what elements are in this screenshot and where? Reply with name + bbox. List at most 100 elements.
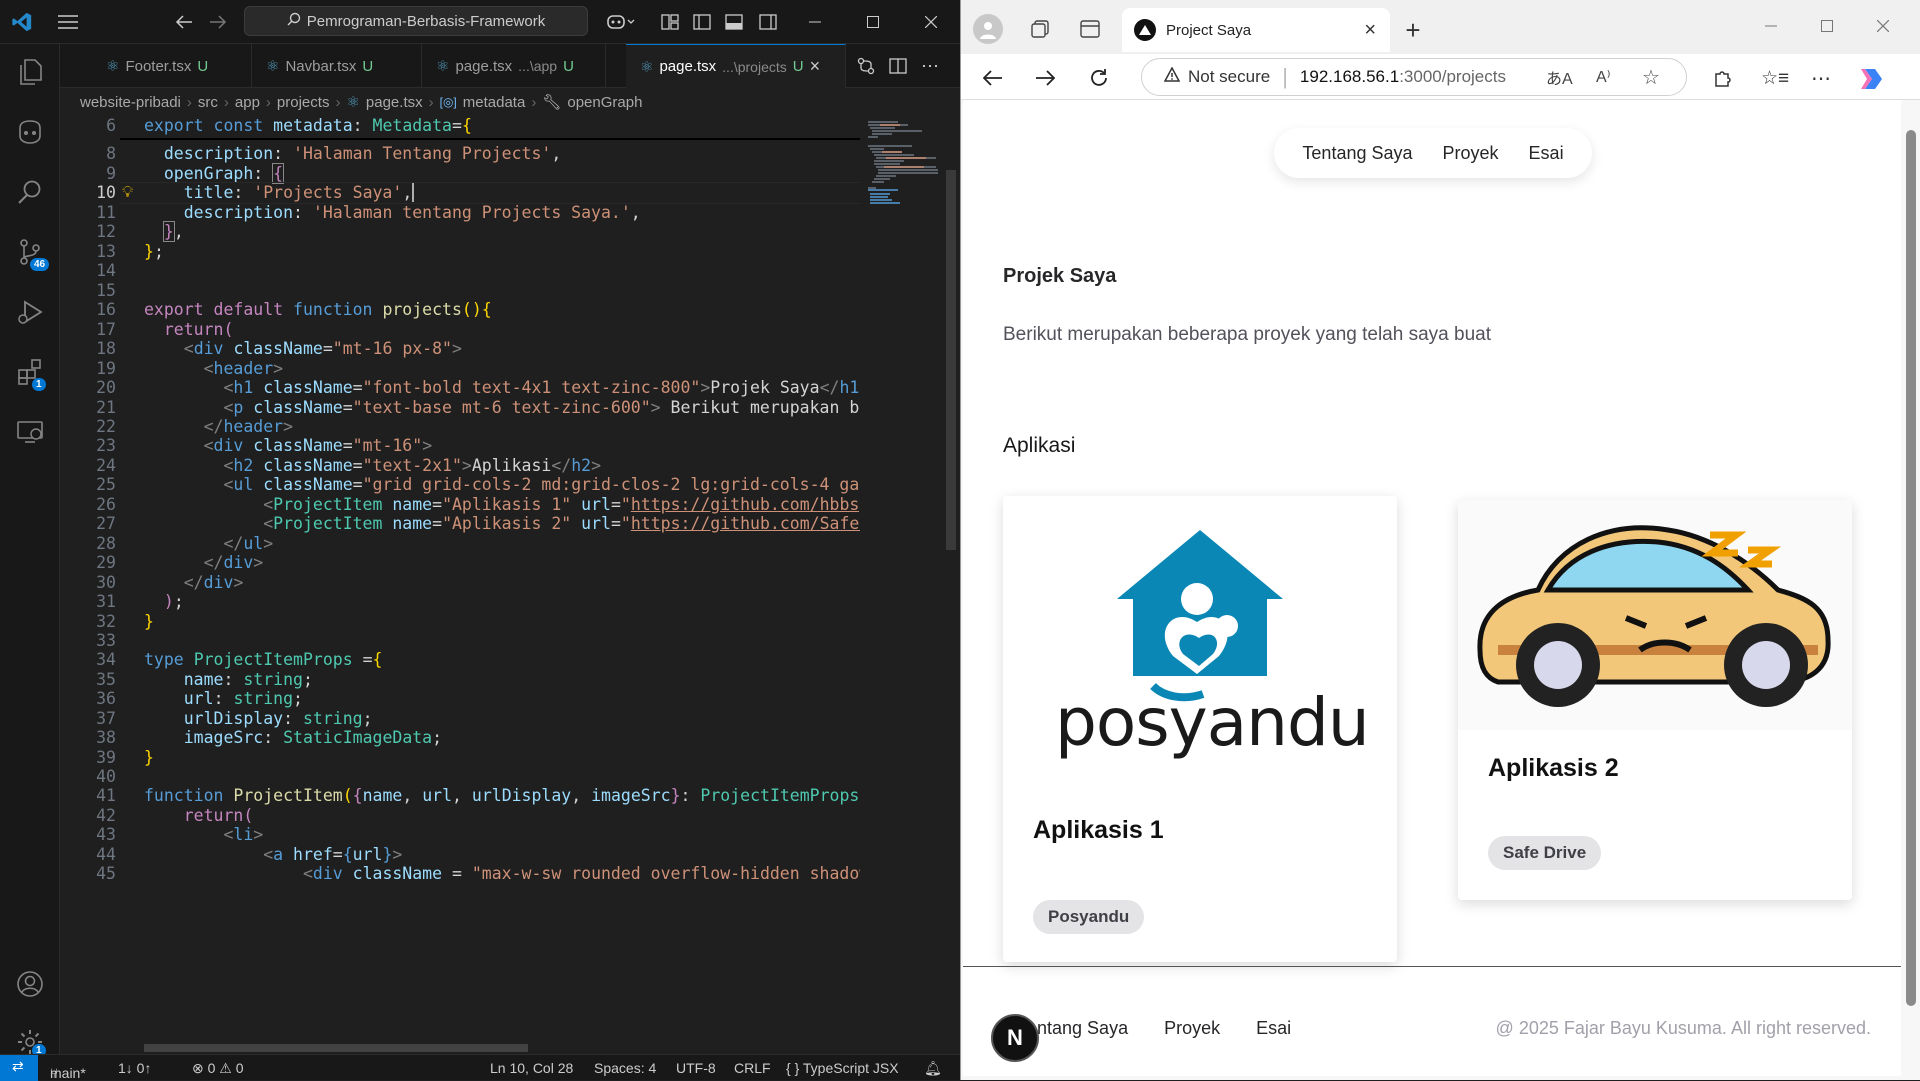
title-bar: Pemrograman-Berbasis-Framework <box>0 0 960 44</box>
code-line: <ul className="grid grid-cols-2 md:grid-… <box>223 475 860 494</box>
breadcrumb-item[interactable]: metadata <box>463 94 526 111</box>
refresh-icon[interactable] <box>1085 64 1113 92</box>
search-icon <box>287 12 301 30</box>
forward-arrow-icon[interactable] <box>1031 64 1059 92</box>
maximize-icon[interactable] <box>858 10 888 34</box>
menu-icon[interactable] <box>54 10 82 34</box>
maximize-icon[interactable] <box>1813 16 1841 36</box>
settings-more-icon[interactable]: ⋯ <box>1807 64 1835 92</box>
line-number: 29 <box>96 553 116 572</box>
sync-status[interactable]: 1↓ 0↑ <box>118 1060 151 1076</box>
breadcrumb-item[interactable]: website-pribadi <box>80 94 181 111</box>
footer-nav: Tentang Saya Proyek Esai <box>1018 1018 1291 1039</box>
editor-vertical-scrollbar[interactable] <box>944 116 958 1050</box>
nextjs-dev-badge[interactable]: N <box>991 1014 1039 1062</box>
page-scrollbar[interactable] <box>1901 100 1920 1076</box>
code-line: </header> <box>203 417 294 436</box>
breadcrumb-item[interactable]: openGraph <box>567 94 642 111</box>
toggle-primary-sidebar-icon[interactable] <box>690 10 714 34</box>
explorer-icon[interactable] <box>12 54 48 90</box>
open-changes-icon[interactable] <box>854 54 878 78</box>
translate-icon[interactable]: あA <box>1546 65 1573 89</box>
address-bar[interactable]: Not secure | 192.168.56.1:3000/projects … <box>1141 58 1687 96</box>
line-number: 41 <box>96 786 116 805</box>
read-aloud-icon[interactable]: A⁾ <box>1596 67 1611 87</box>
profile-avatar-icon[interactable] <box>973 14 1003 44</box>
remote-indicator[interactable]: ⇄ <box>0 1055 38 1081</box>
tab-navbar[interactable]: ⚛ Navbar.tsx U <box>252 44 422 88</box>
extensions-puzzle-icon[interactable] <box>1709 64 1737 92</box>
tab-page-app[interactable]: ⚛ page.tsx ...\app U <box>422 44 606 88</box>
more-actions-icon[interactable]: ⋯ <box>918 54 942 78</box>
security-label[interactable]: Not secure <box>1188 67 1270 87</box>
command-center-search[interactable]: Pemrograman-Berbasis-Framework <box>244 6 588 36</box>
code-line: return( <box>183 806 254 825</box>
search-sidebar-icon[interactable] <box>12 174 48 210</box>
run-debug-icon[interactable] <box>12 294 48 330</box>
code-line: <p className="text-base mt-6 text-zinc-6… <box>223 398 860 417</box>
new-tab-icon[interactable]: + <box>1399 15 1427 45</box>
toggle-panel-icon[interactable] <box>722 10 746 34</box>
toggle-secondary-sidebar-icon[interactable] <box>756 10 780 34</box>
minimize-icon[interactable] <box>800 10 830 34</box>
nav-link-tentang-saya[interactable]: Tentang Saya <box>1302 143 1412 164</box>
project-card[interactable]: posyandu Aplikasis 1 Posyandu <box>1003 496 1397 962</box>
tab-footer[interactable]: ⚛ Footer.tsx U <box>92 44 252 88</box>
close-window-icon[interactable] <box>1869 16 1897 36</box>
code-line: ); <box>163 592 184 611</box>
account-icon[interactable] <box>12 966 48 1002</box>
problems-status[interactable]: ⊗ 0 ⚠ 0 <box>192 1060 244 1077</box>
encoding[interactable]: UTF-8 <box>676 1060 716 1076</box>
close-tab-icon[interactable]: × <box>1364 19 1376 42</box>
tab-page-projects[interactable]: ⚛ page.tsx ...\projects U × <box>626 44 846 88</box>
forward-arrow-icon[interactable] <box>206 10 230 34</box>
line-number: 44 <box>96 845 116 864</box>
favorites-icon[interactable]: ☆≡ <box>1761 64 1789 92</box>
breadcrumb-item[interactable]: src <box>198 94 218 111</box>
footer-link-esai[interactable]: Esai <box>1256 1018 1291 1039</box>
copilot-icon[interactable] <box>1857 64 1887 94</box>
nav-link-esai[interactable]: Esai <box>1529 143 1564 164</box>
workspaces-icon[interactable] <box>1027 16 1053 42</box>
tab-actions-icon[interactable] <box>1077 16 1103 42</box>
code-line: openGraph: { <box>163 163 285 184</box>
back-arrow-icon[interactable] <box>172 10 196 34</box>
github-copilot-icon[interactable] <box>12 114 48 150</box>
scrollbar-thumb[interactable] <box>1906 130 1916 1006</box>
line-ending[interactable]: CRLF <box>734 1060 771 1076</box>
vscode-logo-icon <box>8 8 36 36</box>
indentation[interactable]: Spaces: 4 <box>594 1060 656 1076</box>
code-line: <h2 className="text-2x1">Aplikasi</h2> <box>223 456 602 475</box>
language-mode[interactable]: { } TypeScript JSX <box>786 1060 899 1076</box>
notifications-bell-icon[interactable]: 🔔︎ <box>924 1060 942 1077</box>
split-editor-icon[interactable] <box>886 54 910 78</box>
footer-link-proyek[interactable]: Proyek <box>1164 1018 1220 1039</box>
line-number: 10 <box>96 183 116 202</box>
layout-controls-icon[interactable] <box>658 10 682 34</box>
editor-horizontal-scrollbar[interactable] <box>144 1044 528 1052</box>
breadcrumb-item[interactable]: app <box>235 94 260 111</box>
warning-icon <box>1163 66 1181 87</box>
minimap[interactable] <box>860 116 942 1050</box>
project-card[interactable]: Aplikasis 2 Safe Drive <box>1458 500 1852 900</box>
breadcrumb-item[interactable]: projects <box>277 94 330 111</box>
copilot-icon[interactable] <box>604 10 638 34</box>
remote-explorer-icon[interactable] <box>12 414 48 450</box>
close-tab-icon[interactable]: × <box>810 56 821 77</box>
project-title: Aplikasis 1 <box>1033 816 1164 844</box>
close-window-icon[interactable] <box>916 10 946 34</box>
react-file-icon: ⚛ <box>640 58 654 76</box>
browser-tab-active[interactable]: Project Saya × <box>1122 8 1390 52</box>
nav-link-proyek[interactable]: Proyek <box>1443 143 1499 164</box>
minimize-icon[interactable] <box>1757 16 1785 36</box>
scrollbar-thumb[interactable] <box>946 170 956 550</box>
lightbulb-icon[interactable]: 💡︎ <box>122 182 133 202</box>
cursor-position[interactable]: Ln 10, Col 28 <box>490 1060 573 1076</box>
favorite-star-icon[interactable]: ☆ <box>1642 65 1660 90</box>
browser-tab-strip: Project Saya × + <box>961 0 1920 54</box>
code-editor[interactable]: 6 8 9 10 11 12 13 14 15 16 17 18 19 20 21 22 23 24 25 26 27 2… <box>60 116 860 1050</box>
code-line: description: 'Halaman tentang Projects S… <box>183 203 641 222</box>
line-number: 21 <box>96 398 116 417</box>
breadcrumb-item[interactable]: page.tsx <box>366 94 423 111</box>
back-arrow-icon[interactable] <box>979 64 1007 92</box>
